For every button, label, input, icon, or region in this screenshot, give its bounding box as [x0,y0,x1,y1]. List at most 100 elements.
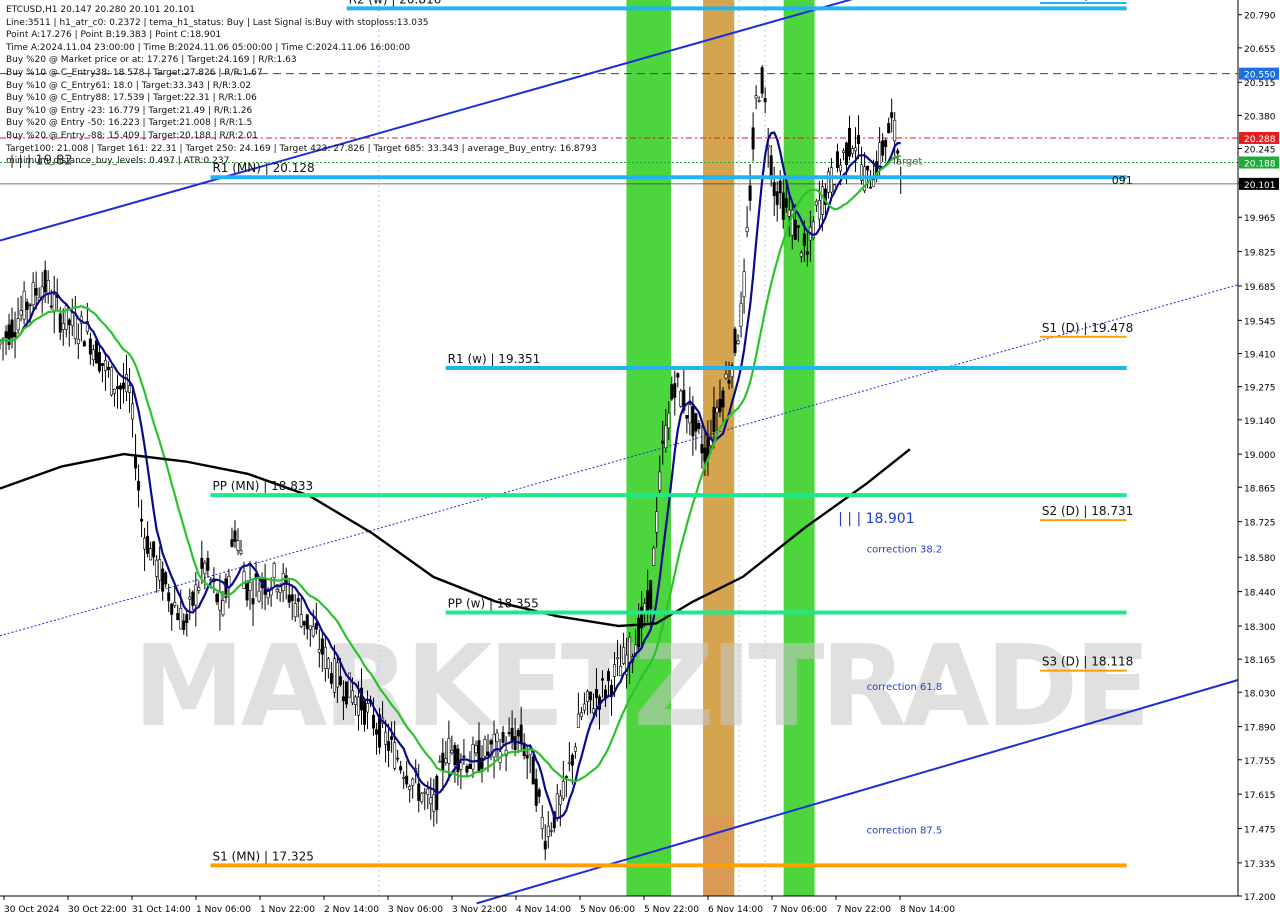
candle-body [501,732,505,743]
candle-body [122,382,126,389]
candle-body [176,613,180,620]
candle-body [356,696,360,716]
candle-body [616,657,620,660]
candle-body [97,352,101,372]
candle-body [772,182,776,196]
candle-body [137,480,141,491]
candle-body [420,793,424,802]
candle-body [537,789,541,797]
y-tick-label: 19.275 [1244,384,1276,394]
candle-body [372,714,376,729]
candle-body [387,741,391,751]
candle-body [471,744,475,770]
x-tick-label: 31 Oct 14:00 [132,905,191,915]
candle-body [673,383,677,398]
candle-body [787,209,791,217]
candle-body [474,745,478,754]
candle-body [438,760,442,763]
candle-body [715,407,719,413]
candle-body [757,100,761,102]
candle-body [793,219,797,240]
candle-body [31,282,35,306]
candle-body [685,414,689,419]
candle-body [28,304,32,307]
candle-body [182,620,186,631]
chart-annotation: | | | 18.901 [838,511,915,527]
candle-body [486,751,490,756]
candle-body [335,662,339,688]
info-line: Time A:2024.11.04 23:00:00 | Time B:2024… [6,42,411,53]
chart-annotation: Target [890,156,922,167]
candle-body [564,776,568,779]
candle-body [94,340,98,364]
candle-body [667,412,671,429]
candle-body [167,592,171,602]
pivot-level-label: PP (w) | 18.355 [448,596,539,610]
candle-body [173,602,177,607]
info-line: Target100: 21.008 | Target 161: 22.31 | … [6,143,597,154]
candle-body [525,755,529,759]
candle-body [721,390,725,408]
candle-body [115,386,119,390]
candle-body [573,746,577,752]
candle-body [848,127,852,157]
candle-body [658,471,662,491]
candle-body [49,305,53,308]
correction-zone [703,814,735,896]
candle-body [43,270,47,293]
candle-body [248,582,252,591]
x-tick-label: 3 Nov 06:00 [388,905,443,915]
candle-body [344,681,348,705]
candle-body [796,225,800,228]
candle-body [290,594,294,602]
candle-body [245,581,249,601]
y-tick-label: 19.685 [1244,283,1276,293]
candle-body [829,167,833,193]
y-tick-label: 19.545 [1244,317,1276,327]
candle-body [736,340,740,344]
candle-body [622,647,626,664]
candle-body [742,271,746,298]
candle-body [390,736,394,740]
candle-body [748,185,752,201]
candle-body [694,413,698,432]
candle-body [384,731,388,745]
candle-body [320,638,324,655]
candle-body [483,739,487,757]
x-tick-label: 7 Nov 22:00 [836,905,891,915]
candle-body [763,98,767,103]
candle-body [221,600,225,616]
y-tick-label: 20.790 [1244,12,1276,22]
candle-body [323,646,327,670]
candle-body [447,738,451,764]
candle-body [215,593,219,603]
y-tick-label: 20.380 [1244,112,1276,122]
candle-body [456,748,460,773]
y-tick-label: 19.000 [1244,451,1276,461]
candle-body [817,199,821,220]
candle-body [239,550,243,554]
candle-body [402,777,406,779]
candle-body [477,740,481,772]
candle-body [52,294,56,313]
candle-body [393,742,397,769]
candle-body [570,754,574,766]
candle-body [251,598,255,605]
y-tick-label: 17.615 [1244,791,1276,801]
candle-body [299,614,303,627]
candle-body [194,584,198,606]
candle-body [492,734,496,758]
candle-body [272,563,276,578]
candle-body [703,447,707,462]
pivot-level-label: PP (MN) | 18.833 [212,479,313,493]
symbol-header: ETCUSD,H1 20.147 20.280 20.101 20.101 [6,5,195,15]
candle-body [516,730,520,737]
candle-body [489,740,493,745]
candle-body [13,332,17,338]
candle-body [426,788,430,795]
candle-body [718,398,722,413]
candle-body [61,323,65,330]
candle-body [558,795,562,805]
pivot-level-label: S1 (MN) | 17.325 [212,849,313,863]
pivot-level-label: S1 (D) | 19.478 [1042,321,1133,335]
